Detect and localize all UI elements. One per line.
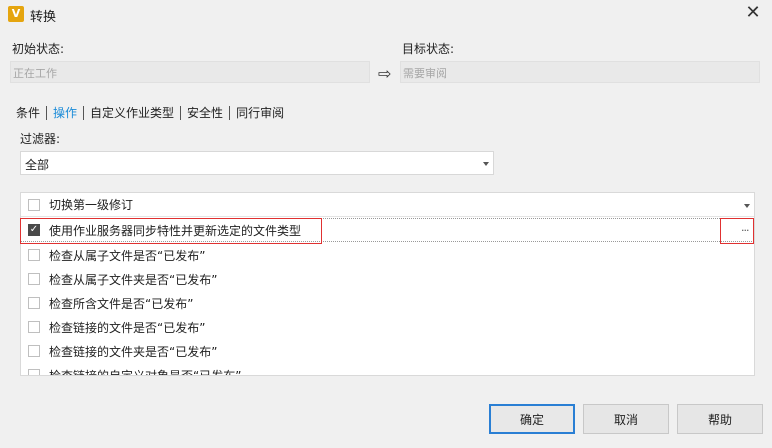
checkbox[interactable] [28, 297, 40, 309]
checkbox[interactable] [28, 321, 40, 333]
tab-bar: 条件 操作 自定义作业类型 安全性 同行审阅 [16, 104, 284, 121]
list-item-label: 检查链接的文件是否“已发布” [49, 320, 206, 335]
list-item[interactable]: 检查链接的文件是否“已发布” [21, 315, 754, 339]
tab-separator [46, 105, 48, 120]
ok-button[interactable]: 确定 [489, 404, 575, 434]
close-icon[interactable]: ✕ [744, 3, 762, 23]
list-item[interactable]: 检查从属子文件是否“已发布” [21, 243, 754, 267]
right-arrow-icon: ⇨ [378, 64, 392, 83]
list-item[interactable]: 检查从属子文件夹是否“已发布” [21, 267, 754, 291]
title-bar: V 转换 ✕ [0, 0, 772, 30]
chevron-down-icon[interactable] [744, 204, 750, 208]
list-item-label: 切换第一级修订 [49, 198, 134, 212]
tab-separator [229, 105, 231, 120]
list-item-label: 检查链接的文件夹是否“已发布” [49, 344, 218, 359]
window-title: 转换 [30, 10, 57, 25]
tab-conditions[interactable]: 条件 [16, 104, 40, 121]
list-item[interactable]: 检查所含文件是否“已发布” [21, 291, 754, 315]
tab-actions[interactable]: 操作 [53, 104, 77, 121]
list-item[interactable]: 检查链接的自定义对象是否“已发布” [21, 363, 754, 376]
tab-custom-job-types[interactable]: 自定义作业类型 [90, 104, 174, 121]
chevron-down-icon [483, 162, 489, 166]
filter-label: 过滤器: [20, 132, 61, 146]
target-state-field: 需要审阅 [400, 61, 760, 83]
filter-selected-value: 全部 [25, 158, 50, 172]
tab-peer-review[interactable]: 同行审阅 [236, 104, 284, 121]
list-item-label: 检查从属子文件夹是否“已发布” [49, 272, 218, 287]
tab-separator [180, 105, 182, 120]
checkbox[interactable] [28, 198, 40, 211]
checkbox[interactable] [28, 273, 40, 285]
tab-security[interactable]: 安全性 [187, 104, 223, 121]
initial-state-label: 初始状态: [12, 42, 65, 56]
list-item[interactable]: 切换第一级修订 [21, 193, 754, 217]
tab-separator [83, 105, 85, 120]
list-item[interactable]: 检查链接的文件夹是否“已发布” [21, 339, 754, 363]
checkbox[interactable] [28, 345, 40, 357]
list-item-label: 检查链接的自定义对象是否“已发布” [49, 368, 242, 376]
target-state-label: 目标状态: [402, 42, 455, 56]
highlight-box [720, 218, 754, 244]
cancel-button[interactable]: 取消 [583, 404, 669, 434]
list-item-label: 检查从属子文件是否“已发布” [49, 248, 206, 263]
help-button[interactable]: 帮助 [677, 404, 763, 434]
filter-dropdown[interactable]: 全部 [20, 151, 494, 175]
app-icon: V [8, 6, 24, 22]
checkbox[interactable] [28, 249, 40, 261]
highlight-box [20, 218, 322, 244]
checkbox[interactable] [28, 369, 40, 375]
list-item-label: 检查所含文件是否“已发布” [49, 296, 194, 311]
initial-state-field: 正在工作 [10, 61, 370, 83]
